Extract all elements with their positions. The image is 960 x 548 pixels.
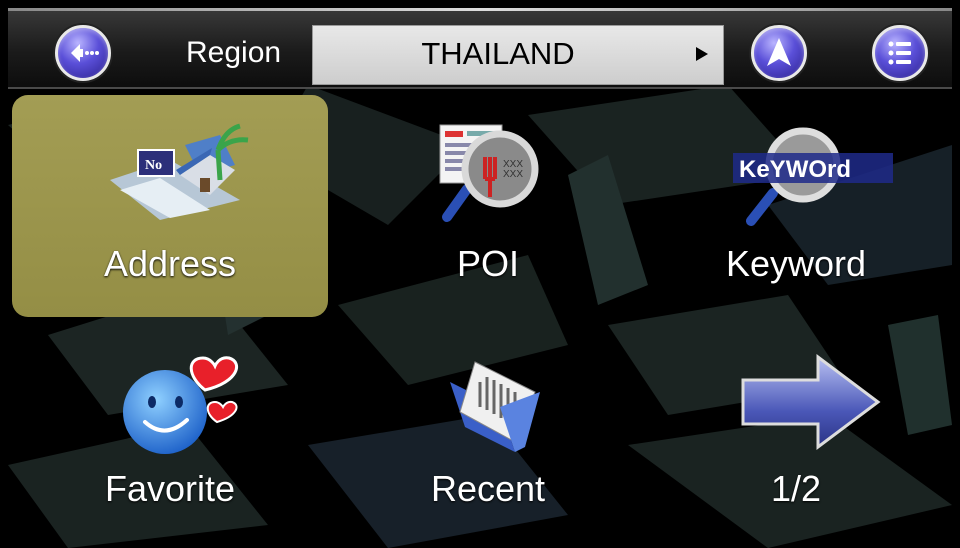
recent-tile[interactable]: Recent	[330, 320, 646, 542]
keyword-tile[interactable]: KeYWOrd Keyword	[638, 95, 954, 317]
keyword-label: Keyword	[725, 243, 867, 284]
navigate-arrow-icon	[767, 38, 791, 66]
region-selector[interactable]: THAILAND	[312, 25, 724, 85]
next-page-arrow-icon	[741, 354, 881, 450]
favorite-smiley-heart-icon	[123, 356, 239, 454]
region-value: THAILAND	[421, 36, 575, 71]
poi-tile[interactable]: XXX XXX POI	[330, 95, 646, 317]
poi-text-2: XXX	[503, 169, 523, 180]
back-button[interactable]	[55, 25, 111, 81]
poi-label: POI	[456, 243, 519, 284]
recent-label: Recent	[430, 468, 546, 509]
recent-folder-icon	[450, 361, 540, 452]
address-sign-text: No	[145, 158, 162, 173]
address-tile[interactable]: No Address	[12, 95, 328, 317]
next-page-tile[interactable]: 1/2	[638, 320, 954, 542]
region-label: Region	[186, 36, 282, 69]
top-bar: Region THAILAND	[8, 8, 952, 89]
play-arrow-icon	[696, 47, 708, 61]
favorite-tile[interactable]: Favorite	[12, 320, 328, 542]
menu-list-icon	[888, 41, 911, 65]
keyword-magnifier-icon: KeYWOrd	[733, 127, 893, 226]
favorite-label: Favorite	[104, 468, 236, 509]
address-label: Address	[103, 243, 237, 284]
keyword-icon-text: KeYWOrd	[739, 156, 851, 183]
menu-button[interactable]	[872, 25, 928, 81]
navigate-button[interactable]	[751, 25, 807, 81]
back-icon	[71, 44, 99, 62]
poi-magnifier-icon: XXX XXX	[439, 124, 539, 222]
page-indicator-label: 1/2	[770, 468, 822, 509]
address-house-icon: No	[110, 123, 249, 220]
